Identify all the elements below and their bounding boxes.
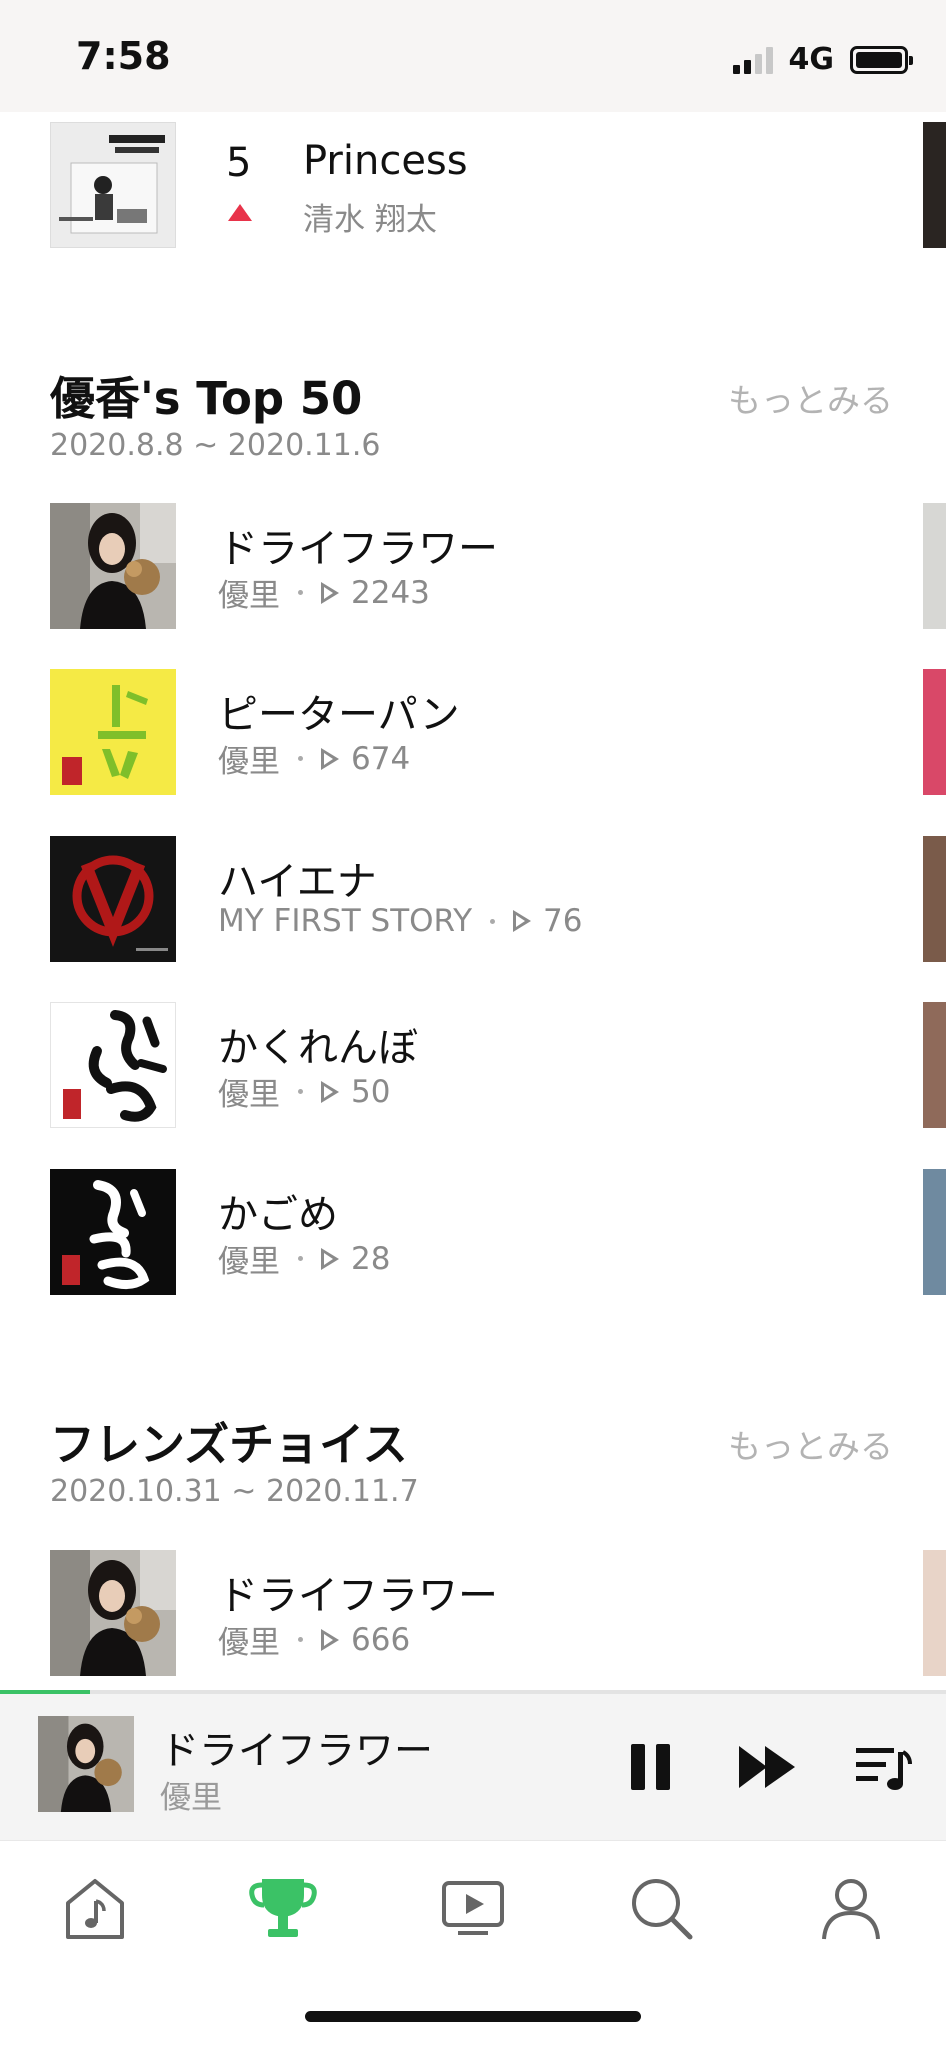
next-track-button[interactable] (733, 1732, 803, 1802)
section-title: 優香's Top 50 (50, 372, 363, 425)
play-count-icon (321, 581, 339, 604)
track-title: ドライフラワー (218, 1573, 498, 1619)
album-art-kagome (50, 1169, 176, 1295)
network-type: 4G (788, 42, 835, 77)
play-count: 28 (351, 1240, 391, 1277)
play-count: 2243 (351, 574, 430, 611)
next-page-art (923, 503, 946, 629)
album-art-hyena (50, 836, 176, 962)
track-title: かくれんぼ (218, 1025, 418, 1071)
album-art-dry-flower (50, 503, 176, 629)
now-playing-art (38, 1716, 134, 1812)
search-icon (632, 1879, 693, 1940)
tab-chart[interactable] (248, 1873, 318, 1943)
track-artist: 優里 (218, 1625, 280, 1661)
track-artist: 優里 (218, 744, 280, 780)
now-playing-title: ドライフラワー (160, 1729, 434, 1774)
tab-profile[interactable] (816, 1873, 886, 1943)
status-time: 7:58 (76, 34, 171, 78)
trophy-icon (249, 1879, 317, 1937)
rank-number: 5 (226, 140, 252, 186)
play-count: 666 (351, 1621, 411, 1658)
track-artist: 優里 (218, 578, 280, 614)
status-bar: 7:58 4G (0, 0, 946, 112)
album-art-dry-flower (50, 1550, 176, 1676)
fast-forward-icon (739, 1746, 795, 1788)
next-page-art (923, 1169, 946, 1295)
track-title: かごめ (218, 1192, 338, 1238)
video-icon (442, 1881, 504, 1935)
play-count-icon (513, 910, 532, 932)
playlist-button[interactable] (846, 1732, 916, 1802)
section-date-range: 2020.10.31 ~ 2020.11.7 (50, 1474, 419, 1509)
next-page-art (923, 836, 946, 962)
play-count-icon (321, 1080, 339, 1103)
battery-icon (850, 45, 913, 74)
play-count-icon (321, 1628, 339, 1651)
tab-home[interactable] (60, 1873, 130, 1943)
mini-player[interactable]: ドライフラワー 優里 (0, 1694, 946, 1840)
pause-icon (631, 1744, 670, 1790)
next-page-art (923, 1002, 946, 1128)
song-title: Princess (303, 138, 468, 184)
track-title: ドライフラワー (218, 526, 498, 572)
song-artist: 清水 翔太 (303, 202, 437, 238)
queue-music-icon (856, 1748, 912, 1790)
track-meta: 優里 50 (218, 1069, 390, 1114)
track-meta: 優里 666 (218, 1617, 410, 1662)
album-art-princess (50, 122, 176, 248)
track-title: ピーターパン (218, 692, 460, 738)
next-page-art (923, 669, 946, 795)
home-indicator (305, 2011, 641, 2022)
next-page-art (923, 1550, 946, 1676)
tab-search[interactable] (626, 1873, 696, 1943)
track-artist: 優里 (218, 1077, 280, 1113)
play-count-icon (321, 747, 339, 770)
pause-button[interactable] (616, 1732, 686, 1802)
home-icon (66, 1879, 124, 1939)
section-title: フレンズチョイス (50, 1418, 408, 1471)
rank-up-icon (228, 204, 252, 221)
album-art-kakurenbo (50, 1002, 176, 1128)
track-meta: 優里 674 (218, 736, 410, 781)
album-art-peter-pan (50, 669, 176, 795)
track-artist: MY FIRST STORY (218, 903, 473, 939)
track-meta: 優里 28 (218, 1236, 390, 1281)
track-title: ハイエナ (218, 859, 377, 905)
now-playing-artist: 優里 (160, 1780, 222, 1816)
play-count: 674 (351, 740, 411, 777)
play-count-icon (321, 1247, 339, 1270)
play-count: 50 (351, 1073, 391, 1110)
signal-icon (732, 46, 773, 74)
track-meta: 優里 2243 (218, 570, 430, 615)
track-meta: MY FIRST STORY 76 (218, 903, 582, 939)
next-page-art (923, 122, 946, 248)
tab-video[interactable] (438, 1873, 508, 1943)
more-link[interactable]: もっとみる (728, 374, 893, 422)
profile-icon (822, 1879, 880, 1940)
status-indicators: 4G (732, 42, 913, 77)
section-date-range: 2020.8.8 ~ 2020.11.6 (50, 428, 381, 463)
more-link[interactable]: もっとみる (728, 1420, 893, 1468)
track-artist: 優里 (218, 1244, 280, 1280)
play-count: 76 (543, 903, 583, 939)
